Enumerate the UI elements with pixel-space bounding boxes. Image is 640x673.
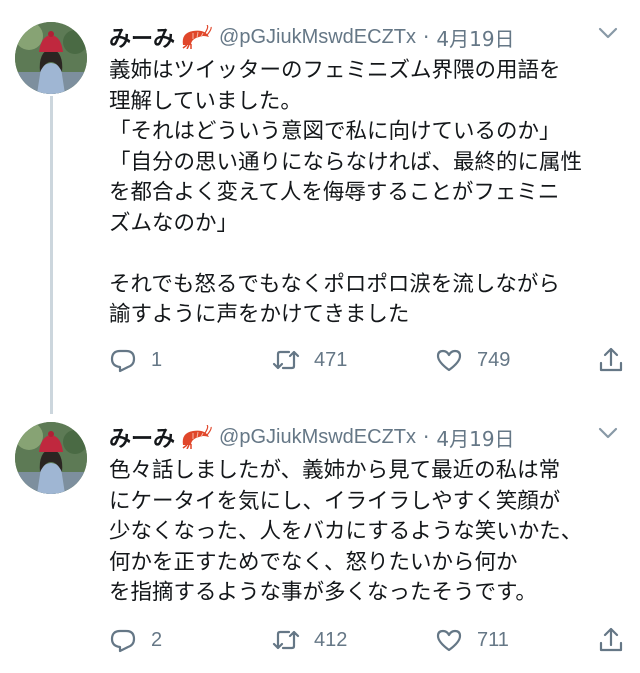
like-count: 749 bbox=[477, 348, 511, 371]
display-name[interactable]: みーみ bbox=[109, 21, 175, 53]
separator-dot: · bbox=[423, 25, 430, 49]
display-name[interactable]: みーみ bbox=[109, 421, 175, 453]
avatar-image bbox=[15, 422, 87, 494]
chevron-down-icon[interactable] bbox=[598, 26, 618, 40]
retweet-button[interactable]: 471 bbox=[272, 346, 347, 374]
retweet-count: 412 bbox=[314, 628, 348, 651]
share-button[interactable] bbox=[597, 626, 625, 654]
tweet-text: 義姉はツイッターのフェミニズム界隈の用語を 理解していました。 「それはどういう… bbox=[109, 58, 583, 327]
chevron-down-icon[interactable] bbox=[598, 426, 618, 440]
reply-count: 2 bbox=[151, 628, 163, 651]
tweet-header: みーみ @pGJiukMswdECZTx · 4月19日 bbox=[109, 20, 515, 54]
separator-dot: · bbox=[423, 425, 430, 449]
like-button[interactable]: 749 bbox=[435, 346, 510, 374]
avatar[interactable] bbox=[15, 22, 87, 94]
heart-icon bbox=[436, 349, 462, 372]
reply-button[interactable]: 2 bbox=[109, 626, 162, 654]
tweet-header: みーみ @pGJiukMswdECZTx · 4月19日 bbox=[109, 420, 515, 454]
retweet-icon bbox=[272, 350, 300, 370]
like-button[interactable]: 711 bbox=[435, 626, 509, 654]
avatar-image bbox=[15, 22, 87, 94]
avatar[interactable] bbox=[15, 422, 87, 494]
tweet-actions: 2 412 711 bbox=[109, 626, 629, 656]
shrimp-emoji-icon bbox=[182, 425, 212, 449]
tweet-actions: 1 471 749 bbox=[109, 346, 629, 376]
tweet[interactable]: みーみ @pGJiukMswdECZTx · 4月19日 義姉はツイッターのフェ… bbox=[0, 0, 640, 400]
tweet[interactable]: みーみ @pGJiukMswdECZTx · 4月19日 色々話しましたが、義姉… bbox=[0, 400, 640, 673]
user-handle[interactable]: @pGJiukMswdECZTx bbox=[219, 426, 416, 449]
tweet-date[interactable]: 4月19日 bbox=[436, 23, 514, 52]
reply-icon bbox=[110, 349, 136, 373]
reply-count: 1 bbox=[151, 348, 163, 371]
user-handle[interactable]: @pGJiukMswdECZTx bbox=[219, 26, 416, 49]
reply-button[interactable]: 1 bbox=[109, 346, 162, 374]
share-icon bbox=[599, 347, 623, 372]
share-button[interactable] bbox=[597, 346, 625, 374]
shrimp-emoji-icon bbox=[182, 25, 212, 49]
retweet-count: 471 bbox=[314, 348, 348, 371]
retweet-icon bbox=[272, 630, 300, 650]
share-icon bbox=[599, 627, 623, 652]
tweet-text: 色々話しましたが、義姉から見て最近の私は常 にケータイを気にし、イライラしやすく… bbox=[109, 458, 583, 605]
heart-icon bbox=[436, 629, 462, 652]
reply-icon bbox=[110, 629, 136, 653]
tweet-date[interactable]: 4月19日 bbox=[436, 423, 514, 452]
like-count: 711 bbox=[477, 628, 509, 651]
retweet-button[interactable]: 412 bbox=[272, 626, 347, 654]
